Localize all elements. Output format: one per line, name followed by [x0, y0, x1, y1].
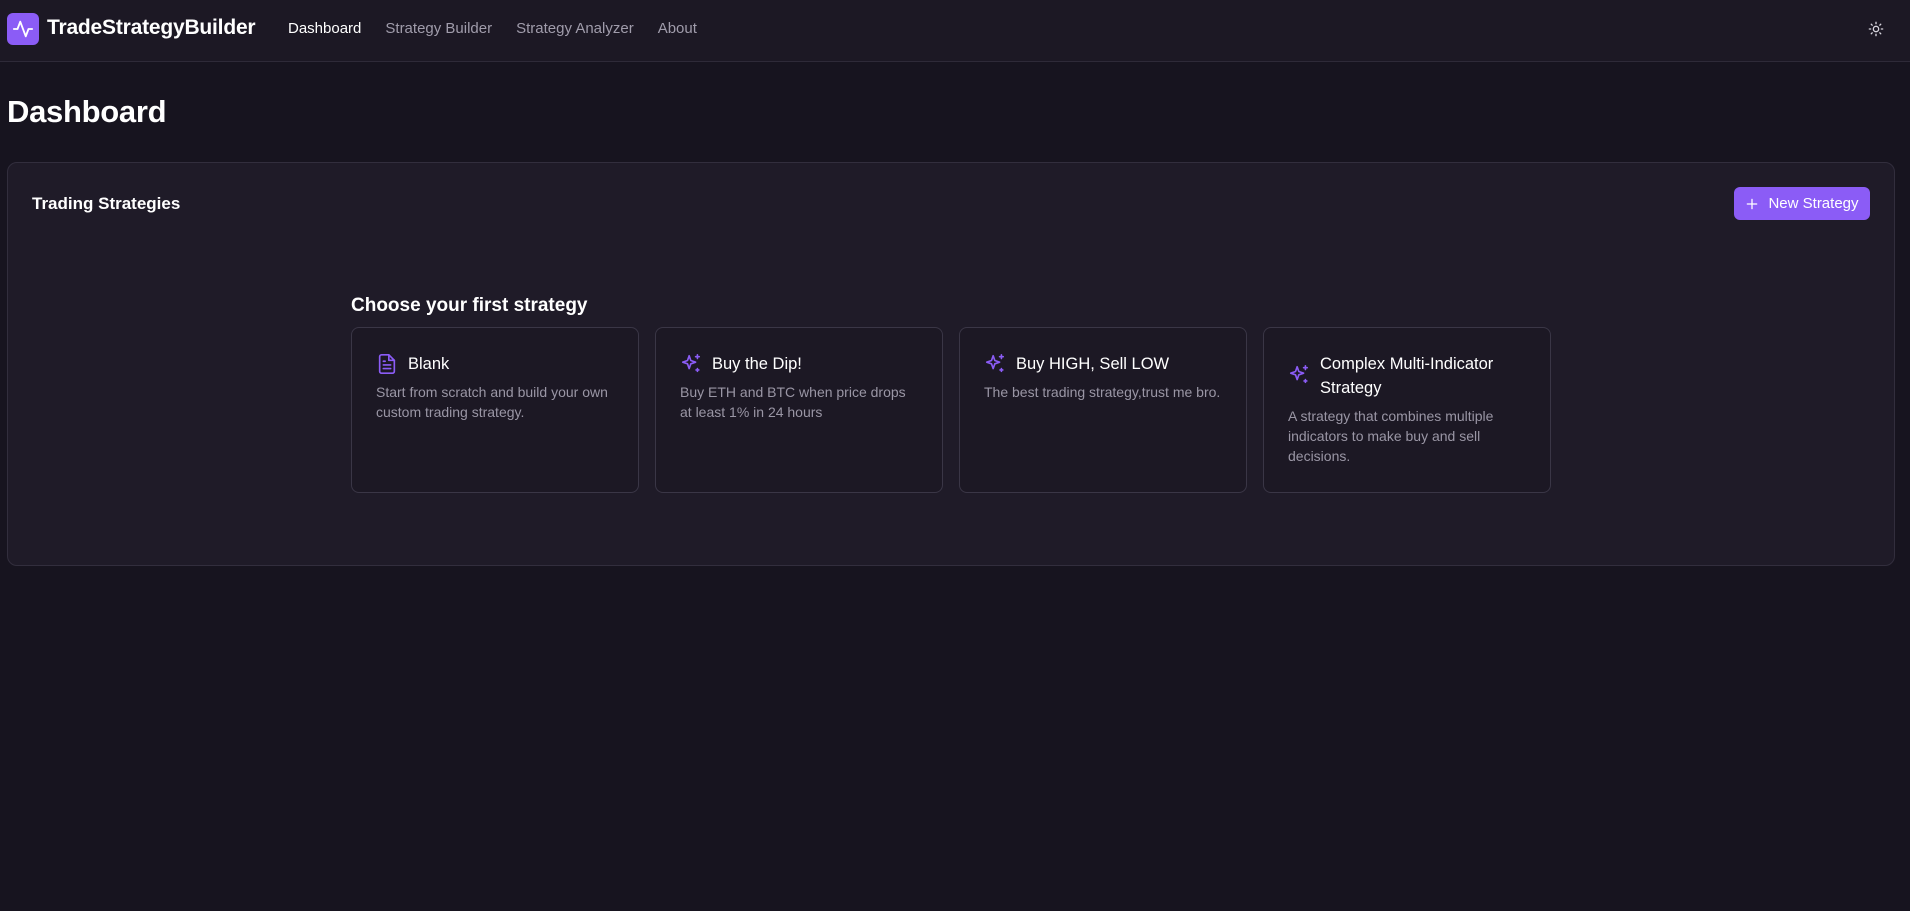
- card-description: Buy ETH and BTC when price drops at leas…: [680, 384, 906, 420]
- strategy-templates: Blank Start from scratch and build your …: [351, 327, 1551, 493]
- template-card-buy-high-sell-low[interactable]: Buy HIGH, Sell LOW The best trading stra…: [959, 327, 1247, 493]
- card-description: The best trading strategy,trust me bro.: [984, 384, 1221, 400]
- card-title: Buy HIGH, Sell LOW: [1016, 355, 1170, 373]
- plus-icon: [1747, 198, 1758, 209]
- theme-toggle-sun-icon[interactable]: [1866, 19, 1886, 39]
- panel-title: Trading Strategies: [32, 194, 181, 213]
- sparkles-icon: [681, 354, 701, 373]
- nav-dashboard[interactable]: Dashboard: [288, 20, 361, 37]
- trading-strategies-panel: Trading Strategies New Strategy Choose y…: [7, 162, 1895, 566]
- top-navbar: TradeStrategyBuilder Dashboard Strategy …: [0, 0, 1910, 62]
- template-card-blank[interactable]: Blank Start from scratch and build your …: [351, 327, 639, 493]
- page-title: Dashboard: [7, 94, 167, 129]
- template-card-buy-the-dip[interactable]: Buy the Dip! Buy ETH and BTC when price …: [655, 327, 943, 493]
- nav-strategy-analyzer[interactable]: Strategy Analyzer: [516, 20, 634, 37]
- card-title: Blank: [408, 355, 450, 373]
- nav-strategy-builder[interactable]: Strategy Builder: [385, 20, 492, 37]
- card-title: Complex Multi-Indicator Strategy: [1320, 355, 1494, 397]
- card-title: Buy the Dip!: [712, 355, 802, 373]
- document-icon: [378, 354, 396, 374]
- nav-about[interactable]: About: [658, 20, 697, 37]
- brand-name[interactable]: TradeStrategyBuilder: [47, 16, 256, 40]
- card-description: A strategy that combines multiple indica…: [1288, 408, 1494, 464]
- logo-activity-icon[interactable]: [7, 13, 39, 45]
- choose-strategy-heading: Choose your first strategy: [351, 295, 588, 316]
- card-description: Start from scratch and build your own cu…: [376, 384, 608, 420]
- sparkles-icon: [1289, 365, 1309, 384]
- template-card-complex-multi-indicator[interactable]: Complex Multi-Indicator Strategy A strat…: [1263, 327, 1551, 493]
- sparkles-icon: [985, 354, 1005, 373]
- main-nav: Dashboard Strategy Builder Strategy Anal…: [288, 20, 721, 37]
- new-strategy-button[interactable]: New Strategy: [1734, 187, 1870, 220]
- new-strategy-label: New Strategy: [1768, 195, 1859, 212]
